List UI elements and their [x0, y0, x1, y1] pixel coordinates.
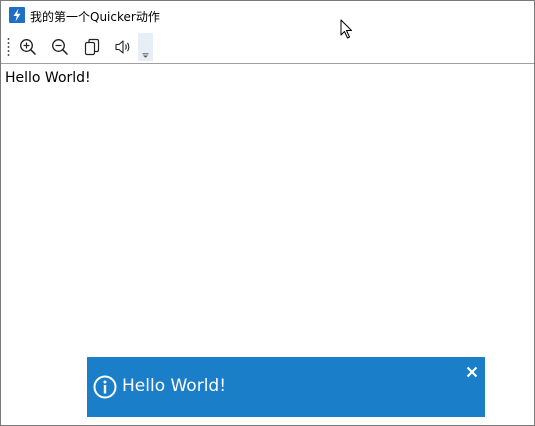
close-icon[interactable] — [466, 363, 478, 378]
content-text: Hello World! — [5, 70, 91, 86]
toast-message: Hello World! — [122, 376, 227, 396]
zoom-in-icon — [19, 38, 37, 56]
toolbar-grip[interactable] — [7, 37, 10, 57]
title-bar[interactable]: 我的第一个Quicker动作 — [1, 1, 534, 31]
toolbar-overflow-button[interactable] — [138, 33, 153, 61]
window-title: 我的第一个Quicker动作 — [30, 10, 160, 24]
info-icon — [92, 374, 118, 400]
mouse-cursor-icon — [340, 19, 354, 39]
speaker-icon — [114, 39, 132, 55]
zoom-out-icon — [51, 38, 69, 56]
speak-button[interactable] — [112, 36, 134, 58]
copy-button[interactable] — [81, 36, 103, 58]
zoom-out-button[interactable] — [49, 36, 71, 58]
lightning-icon — [9, 7, 25, 23]
toolbar — [1, 31, 534, 63]
zoom-in-button[interactable] — [17, 36, 39, 58]
notification-toast[interactable]: Hello World! — [87, 357, 485, 417]
copy-icon — [84, 38, 100, 56]
